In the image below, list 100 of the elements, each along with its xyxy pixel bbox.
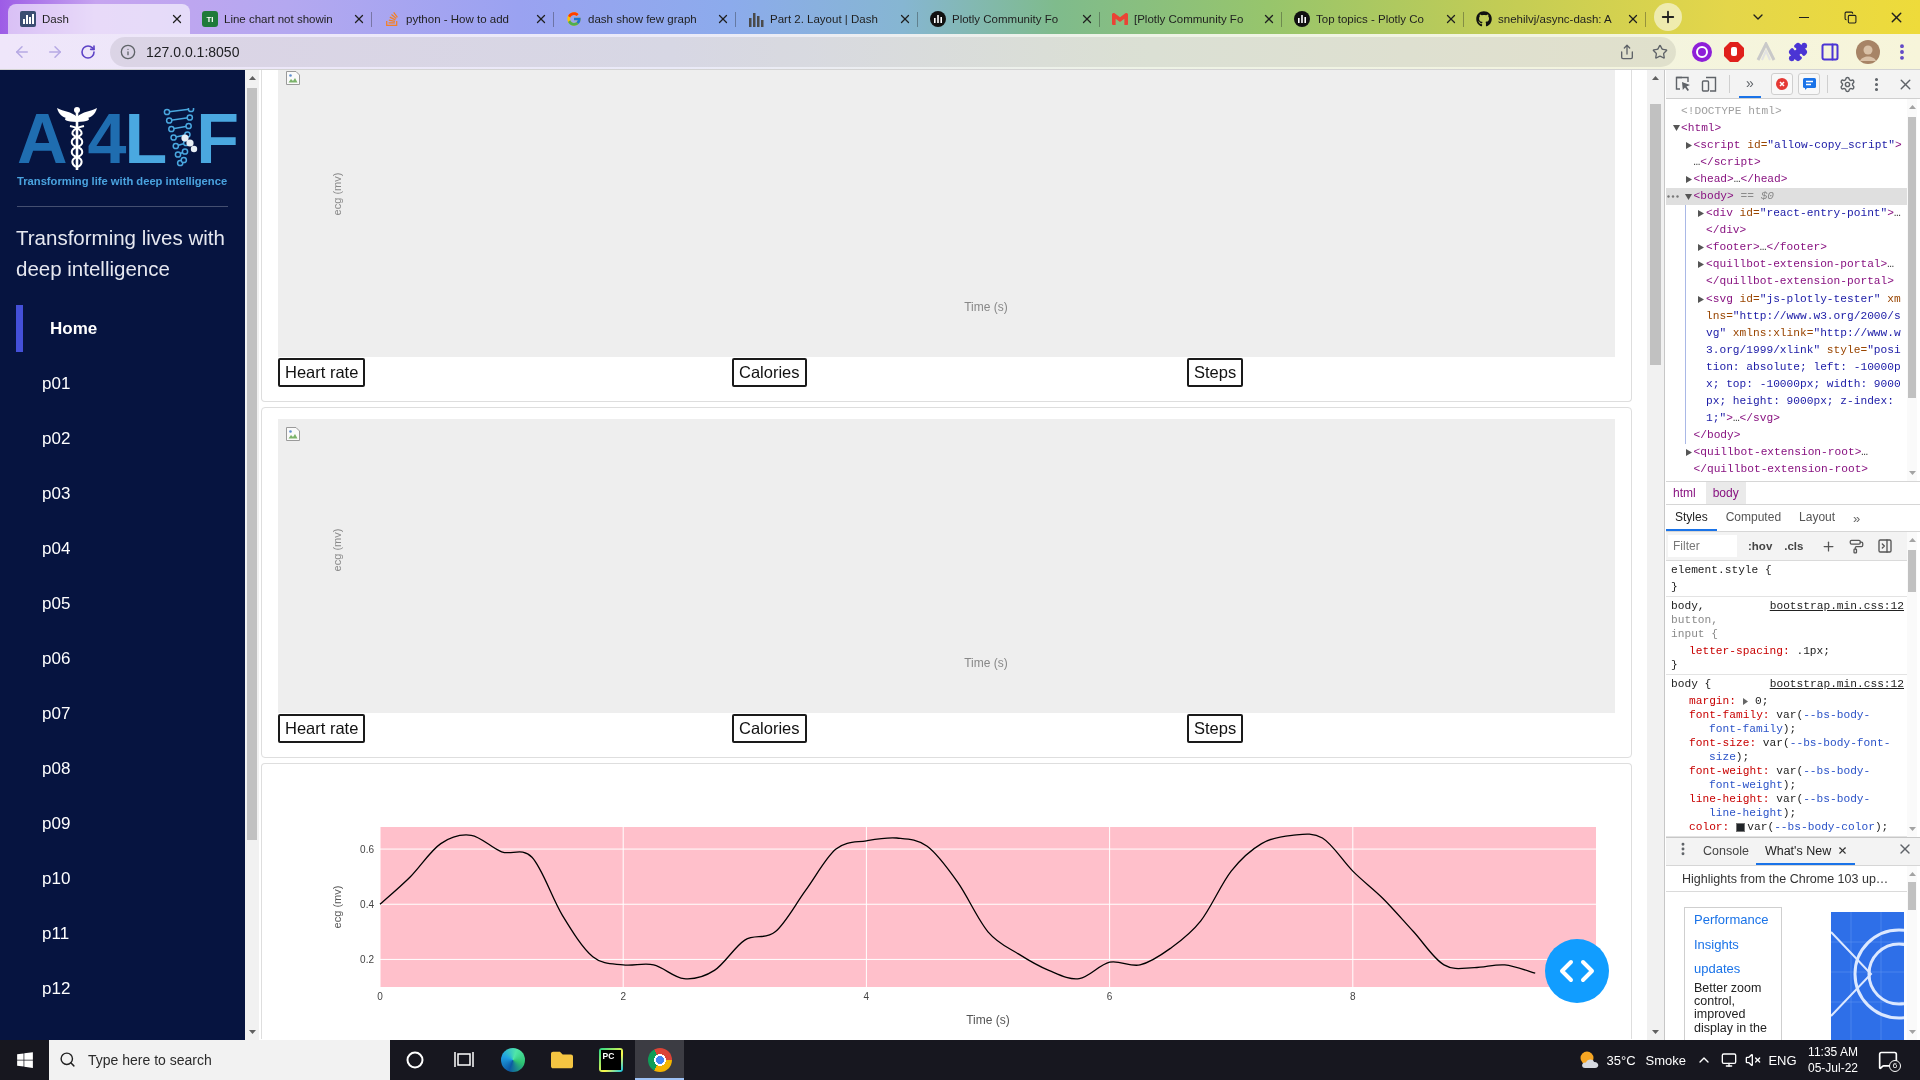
source-link[interactable]: bootstrap.min.css:12 — [1769, 677, 1904, 691]
drawer-tab[interactable]: What's New — [1755, 838, 1856, 865]
more-tabs-button[interactable]: » — [1844, 505, 1870, 531]
caret-down-icon[interactable] — [1685, 193, 1692, 200]
puzzle-icon[interactable] — [1788, 41, 1808, 62]
scrollbar-thumb[interactable] — [1908, 550, 1916, 592]
scrollbar[interactable] — [245, 70, 259, 1040]
star-icon[interactable] — [1652, 43, 1668, 60]
devices-icon[interactable] — [1701, 76, 1717, 92]
browser-tab[interactable]: python - How to add — [372, 4, 554, 34]
errors-button[interactable] — [1771, 73, 1793, 95]
caret-right-icon[interactable] — [1685, 141, 1692, 149]
scroll-up-icon[interactable] — [248, 76, 256, 80]
volume-muted-icon[interactable] — [1745, 1052, 1761, 1068]
caret-right-icon[interactable] — [1698, 295, 1704, 303]
browser-tab[interactable]: Part 2. Layout | Dash — [736, 4, 918, 34]
tree-row[interactable]: <head>…</head> — [1666, 170, 1907, 188]
avatar-icon[interactable] — [1856, 39, 1880, 64]
caret-right-icon[interactable] — [1685, 449, 1692, 457]
address-field[interactable]: 127.0.0.1:8050 — [110, 36, 1676, 67]
toggle-button[interactable]: :hov — [1748, 540, 1773, 552]
tree-row[interactable]: <svg id="js-plotly-tester" xmlns="http://www.w3.org/2000/svg" xmlns:xlink="http://www.w3.org/1999/xlink" style="position: absolute; left: -10000px; top: -10000px; width: 9000px; height: 9000px; z-index: 1;">…</svg> — [1666, 290, 1907, 428]
toggle-button[interactable]: .cls — [1784, 540, 1804, 552]
caret-right-icon[interactable] — [1743, 697, 1748, 705]
caret-right-icon[interactable] — [1698, 244, 1704, 252]
scrollbar-thumb[interactable] — [1650, 104, 1661, 365]
nav-link[interactable]: p11 — [16, 910, 245, 957]
close-icon[interactable] — [1080, 12, 1094, 26]
browser-tab[interactable]: dash show few graph — [554, 4, 736, 34]
caret-right-icon[interactable] — [1685, 175, 1692, 183]
scroll-down-icon[interactable] — [248, 1030, 256, 1034]
scrollbar[interactable] — [1907, 99, 1917, 481]
breadcrumb[interactable]: html — [1666, 482, 1703, 504]
tree-row[interactable]: </body> — [1666, 427, 1907, 445]
breadcrumb[interactable]: body — [1705, 482, 1746, 504]
settings-icon[interactable] — [1838, 75, 1856, 93]
scrollbar[interactable] — [1647, 70, 1664, 1040]
caret-right-icon[interactable] — [1698, 210, 1704, 218]
scrollbar-thumb[interactable] — [247, 88, 257, 840]
caret-right-icon[interactable] — [1698, 261, 1704, 269]
tree-row[interactable]: <div id="react-entry-point">… </div> — [1666, 205, 1907, 240]
inspect-icon[interactable] — [1675, 76, 1691, 92]
panel-toggle-icon[interactable] — [1877, 538, 1894, 554]
source-link[interactable]: bootstrap.min.css:12 — [1769, 599, 1904, 613]
panel-tab[interactable]: Layout — [1790, 505, 1845, 531]
metric-button[interactable]: Calories — [732, 714, 807, 743]
nav-link[interactable]: p07 — [16, 690, 245, 737]
tree-row[interactable]: <script id="allow-copy_script"> …</script> — [1666, 136, 1907, 171]
more-tabs-button[interactable]: » — [1739, 70, 1761, 98]
nav-link[interactable]: p04 — [16, 525, 245, 572]
nav-link[interactable]: p03 — [16, 470, 245, 517]
ring-icon[interactable] — [1692, 41, 1712, 62]
close-icon[interactable] — [1626, 12, 1640, 26]
sidebar-icon[interactable] — [1820, 41, 1840, 62]
browser-tab[interactable]: Plotly Community Fo — [918, 4, 1100, 34]
scrollbar[interactable] — [1907, 866, 1917, 1040]
tree-row[interactable]: <html> — [1666, 119, 1907, 137]
more-dots-icon[interactable] — [1667, 195, 1679, 198]
nav-link[interactable]: p10 — [16, 855, 245, 902]
metric-button[interactable]: Heart rate — [278, 358, 366, 387]
metric-button[interactable]: Steps — [1187, 358, 1244, 387]
search-field[interactable]: Type here to search — [49, 1040, 390, 1080]
close-icon[interactable] — [352, 12, 366, 26]
share-icon[interactable] — [1619, 43, 1635, 60]
browser-tab[interactable]: [Plotly Community Fo — [1100, 4, 1282, 34]
scrollbar[interactable] — [1907, 532, 1917, 837]
tree-row[interactable]: <body> == $0 — [1666, 187, 1907, 206]
nav-link[interactable]: p09 — [16, 800, 245, 847]
caret-down-icon[interactable] — [1672, 125, 1680, 132]
close-icon[interactable] — [534, 12, 548, 26]
tree-row[interactable]: <quillbot-extension-root>… </quillbot-extension-root> — [1666, 444, 1907, 479]
info-icon[interactable] — [120, 43, 136, 60]
scrollbar-thumb[interactable] — [1908, 882, 1916, 910]
metric-button[interactable]: Heart rate — [278, 714, 366, 743]
nav-link[interactable]: p08 — [16, 745, 245, 792]
new-tab-button[interactable] — [1654, 3, 1682, 31]
panel-tab[interactable]: Computed — [1716, 505, 1791, 531]
scroll-down-icon[interactable] — [1652, 1030, 1659, 1034]
monitor-icon[interactable] — [1720, 1052, 1737, 1068]
plus-icon[interactable] — [1821, 538, 1837, 554]
tree-row[interactable]: <quillbot-extension-portal>… </quillbot-extension-portal> — [1666, 256, 1907, 291]
browser-tab[interactable]: snehilvj/async-dash: A — [1464, 4, 1646, 34]
close-icon[interactable] — [170, 12, 184, 26]
feature-link[interactable]: Performance Insights updates — [1694, 908, 1774, 982]
nav-link[interactable]: p01 — [16, 360, 245, 407]
close-icon[interactable] — [1837, 845, 1849, 856]
browser-tab[interactable]: Dash — [8, 4, 190, 34]
metric-button[interactable]: Calories — [732, 358, 807, 387]
filter-field[interactable]: Filter — [1668, 535, 1737, 557]
nav-link[interactable]: p06 — [16, 635, 245, 682]
close-icon[interactable] — [1444, 12, 1458, 26]
stop-sign-icon[interactable] — [1724, 41, 1744, 62]
metric-button[interactable]: Steps — [1187, 714, 1244, 743]
nav-link[interactable]: p12 — [16, 965, 245, 1012]
taskbar-app[interactable] — [635, 1040, 684, 1080]
close-icon[interactable] — [1262, 12, 1276, 26]
tree-row[interactable]: <footer>…</footer> — [1666, 239, 1907, 257]
drawer-tab[interactable]: Console — [1694, 838, 1756, 865]
nav-link[interactable]: p05 — [16, 580, 245, 627]
scroll-up-icon[interactable] — [1652, 76, 1659, 80]
